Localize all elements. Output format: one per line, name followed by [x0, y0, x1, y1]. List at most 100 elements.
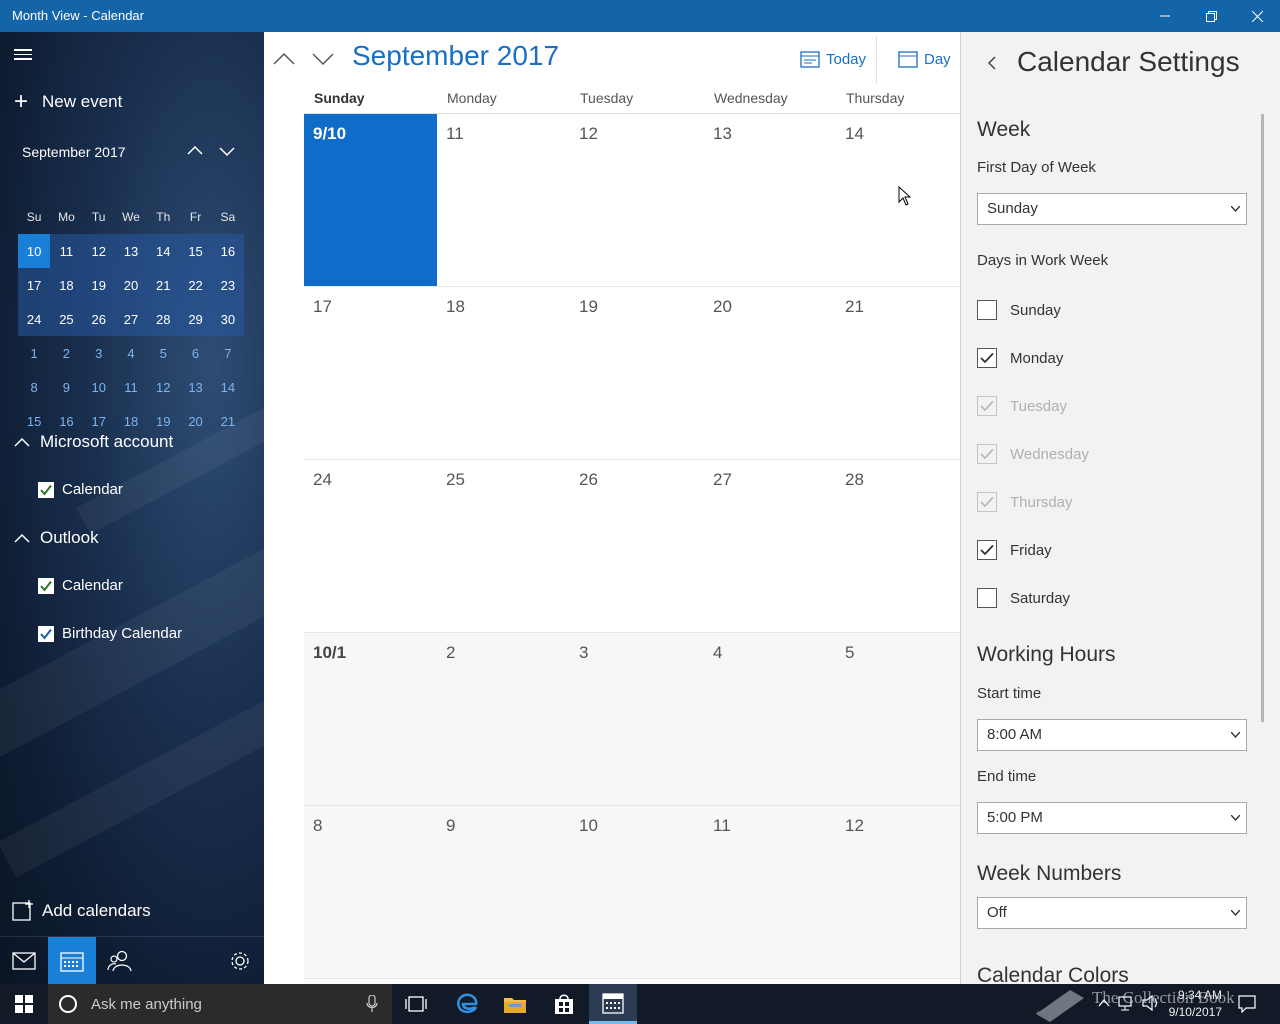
- close-button[interactable]: [1234, 0, 1280, 32]
- mini-calendar-day[interactable]: 5: [147, 336, 179, 370]
- microphone-icon[interactable]: [366, 995, 378, 1013]
- previous-month-button[interactable]: [272, 48, 296, 70]
- volume-icon[interactable]: [1142, 995, 1160, 1011]
- mini-calendar-day[interactable]: 15: [179, 234, 211, 268]
- file-explorer-button[interactable]: [491, 984, 539, 1024]
- mini-calendar-day[interactable]: 9: [50, 370, 82, 404]
- mini-calendar-day[interactable]: 13: [179, 370, 211, 404]
- mail-button[interactable]: [0, 937, 48, 984]
- month-day-cell[interactable]: 20: [704, 287, 837, 459]
- settings-button[interactable]: [216, 937, 264, 984]
- month-day-cell[interactable]: 4: [704, 633, 837, 805]
- month-day-cell[interactable]: 9: [437, 806, 570, 978]
- calendar-taskbar-button[interactable]: [589, 984, 637, 1024]
- people-button[interactable]: [96, 937, 144, 984]
- mini-calendar-day[interactable]: 27: [115, 302, 147, 336]
- mini-calendar-day[interactable]: 10: [83, 370, 115, 404]
- mini-calendar-day[interactable]: 30: [212, 302, 244, 336]
- checkbox-checked-icon[interactable]: [977, 348, 997, 368]
- work-day-checkbox-monday[interactable]: Monday: [977, 348, 1063, 368]
- month-day-cell[interactable]: 11: [704, 806, 837, 978]
- mini-calendar-day[interactable]: 14: [212, 370, 244, 404]
- mini-calendar-day[interactable]: 4: [115, 336, 147, 370]
- mini-calendar-day[interactable]: 17: [18, 268, 50, 302]
- month-day-cell[interactable]: 10: [570, 806, 703, 978]
- month-day-cell[interactable]: 21: [836, 287, 969, 459]
- month-day-cell[interactable]: 27: [704, 460, 837, 632]
- mini-calendar-day[interactable]: 22: [179, 268, 211, 302]
- start-time-dropdown[interactable]: 8:00 AM: [977, 719, 1247, 751]
- action-center-icon[interactable]: [1238, 995, 1256, 1013]
- edge-browser-button[interactable]: [443, 984, 491, 1024]
- month-day-cell[interactable]: 8: [304, 806, 437, 978]
- mini-calendar-day[interactable]: 2: [50, 336, 82, 370]
- mini-calendar-next-button[interactable]: [218, 142, 238, 162]
- mini-calendar-day[interactable]: 12: [147, 370, 179, 404]
- month-day-cell[interactable]: 13: [704, 114, 837, 286]
- month-day-cell[interactable]: 12: [570, 114, 703, 286]
- mini-calendar-prev-button[interactable]: [186, 142, 206, 162]
- mini-calendar-day[interactable]: 18: [50, 268, 82, 302]
- mini-calendar-day[interactable]: 1: [18, 336, 50, 370]
- month-day-cell[interactable]: 18: [437, 287, 570, 459]
- work-day-checkbox-sunday[interactable]: Sunday: [977, 300, 1061, 320]
- checkbox-unchecked-icon[interactable]: [977, 588, 997, 608]
- month-day-cell[interactable]: 24: [304, 460, 437, 632]
- month-day-cell[interactable]: 2: [437, 633, 570, 805]
- taskbar-clock[interactable]: 9:34 AM 9/10/2017: [1169, 987, 1222, 1021]
- first-day-dropdown[interactable]: Sunday: [977, 193, 1247, 225]
- mini-calendar-day[interactable]: 14: [147, 234, 179, 268]
- mini-calendar-day[interactable]: 13: [115, 234, 147, 268]
- checkbox-checked-icon[interactable]: [38, 625, 54, 642]
- mini-calendar-day[interactable]: 11: [50, 234, 82, 268]
- mini-calendar-day[interactable]: 8: [18, 370, 50, 404]
- chevron-up-icon[interactable]: [1098, 997, 1110, 1009]
- mini-calendar-day[interactable]: 19: [83, 268, 115, 302]
- mini-calendar-day[interactable]: 6: [179, 336, 211, 370]
- month-day-cell[interactable]: 25: [437, 460, 570, 632]
- mini-calendar-day[interactable]: 21: [147, 268, 179, 302]
- microsoft-account-toggle[interactable]: Microsoft account: [14, 432, 173, 452]
- month-day-cell[interactable]: 10/1: [304, 633, 437, 805]
- month-day-cell[interactable]: 19: [570, 287, 703, 459]
- week-numbers-dropdown[interactable]: Off: [977, 897, 1247, 929]
- mini-calendar-header[interactable]: September 2017: [22, 144, 126, 160]
- today-button[interactable]: Today: [800, 50, 866, 68]
- mini-calendar-day[interactable]: 10: [18, 234, 51, 268]
- mini-calendar-day[interactable]: 7: [212, 336, 244, 370]
- month-day-cell[interactable]: 3: [570, 633, 703, 805]
- month-day-cell[interactable]: 12: [836, 806, 969, 978]
- new-event-button[interactable]: + New event: [14, 90, 122, 114]
- mini-calendar-day[interactable]: 20: [179, 404, 211, 438]
- mini-calendar-day[interactable]: 3: [83, 336, 115, 370]
- calendar-item-microsoft-calendar[interactable]: Calendar: [38, 481, 123, 498]
- mini-calendar-day[interactable]: 24: [18, 302, 50, 336]
- work-day-checkbox-friday[interactable]: Friday: [977, 540, 1052, 560]
- work-day-checkbox-saturday[interactable]: Saturday: [977, 588, 1070, 608]
- add-calendars-button[interactable]: Add calendars: [12, 900, 151, 922]
- next-month-button[interactable]: [311, 48, 335, 70]
- month-day-cell[interactable]: 11: [437, 114, 570, 286]
- start-button[interactable]: [0, 984, 48, 1024]
- month-day-cell[interactable]: 26: [570, 460, 703, 632]
- day-view-button[interactable]: Day: [898, 50, 951, 68]
- month-title[interactable]: September 2017: [352, 40, 559, 72]
- mini-calendar-day[interactable]: 16: [212, 234, 244, 268]
- mini-calendar-day[interactable]: 20: [115, 268, 147, 302]
- calendar-item-outlook-calendar[interactable]: Calendar: [38, 577, 123, 594]
- checkbox-checked-icon[interactable]: [977, 540, 997, 560]
- checkbox-checked-icon[interactable]: [38, 577, 54, 594]
- month-day-cell[interactable]: 9/10: [304, 114, 437, 286]
- minimize-button[interactable]: [1142, 0, 1188, 32]
- task-view-button[interactable]: [392, 984, 440, 1024]
- mini-calendar-day[interactable]: 28: [147, 302, 179, 336]
- hamburger-menu-button[interactable]: [14, 46, 34, 62]
- mini-calendar-day[interactable]: 25: [50, 302, 82, 336]
- checkbox-checked-icon[interactable]: [38, 481, 54, 498]
- outlook-account-toggle[interactable]: Outlook: [14, 528, 99, 548]
- calendar-item-birthday-calendar[interactable]: Birthday Calendar: [38, 625, 182, 642]
- end-time-dropdown[interactable]: 5:00 PM: [977, 802, 1247, 834]
- mini-calendar-day[interactable]: 23: [212, 268, 244, 302]
- mini-calendar-day[interactable]: 21: [212, 404, 244, 438]
- month-day-cell[interactable]: 28: [836, 460, 969, 632]
